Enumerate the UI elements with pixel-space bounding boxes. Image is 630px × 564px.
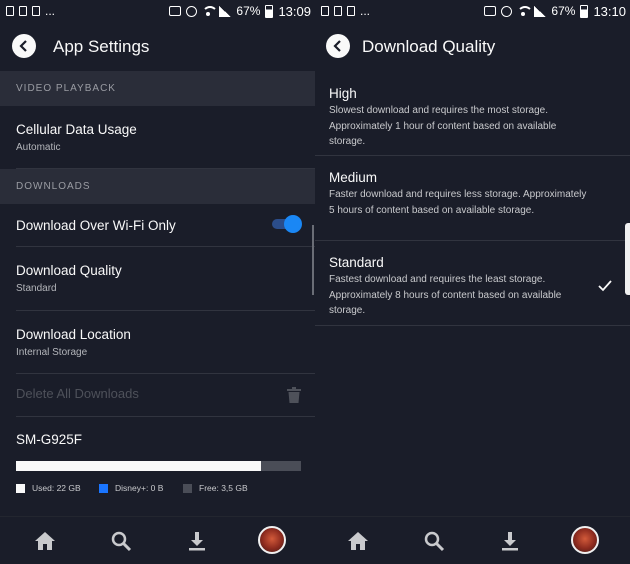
cellular-data-value: Automatic [16,142,61,153]
battery-icon [580,4,589,18]
page-title: Download Quality [362,37,496,56]
bottom-nav [315,516,630,564]
signal-icon [219,5,232,17]
clock: 13:09 [278,3,311,19]
app-bar: Download Quality [315,30,630,64]
toggle-knob [284,215,302,233]
section-header-downloads: DOWNLOADS [0,169,315,204]
app-bar: App Settings [0,30,315,64]
trash-icon [287,387,301,403]
download-icon[interactable] [186,530,208,552]
legend-used-label: Used: 22 GB [32,483,81,493]
delete-all-downloads-label: Delete All Downloads [16,386,139,401]
device-name: SM-G925F [16,432,83,447]
edge-panel-handle[interactable] [625,223,630,295]
notification-icon [19,6,27,16]
usb-icon [347,6,355,16]
quality-option-desc: Faster download and requires less storag… [329,189,587,216]
legend-disney-label: Disney+: 0 B [115,483,164,493]
legend-disney: Disney+: 0 B [99,483,163,493]
quality-option-standard[interactable]: Standard Fastest download and requires t… [315,241,630,326]
wifi-only-title: Download Over Wi-Fi Only [16,218,176,233]
status-bar: ... 67% 13:09 [0,0,315,22]
checkmark-icon [598,280,612,292]
battery-percent: 67% [236,4,261,18]
status-overflow: ... [45,4,56,18]
battery-icon [265,4,274,18]
quality-option-desc: Fastest download and requires the least … [329,274,562,316]
cellular-data-title: Cellular Data Usage [16,122,137,137]
legend-swatch-free [183,483,192,493]
quality-option-title: High [329,86,357,101]
page-title: App Settings [53,37,150,56]
alarm-icon [501,5,513,17]
bottom-nav [0,516,315,564]
home-icon[interactable] [34,530,56,552]
alarm-icon [186,5,198,17]
signal-icon [534,5,547,17]
download-quality-row[interactable]: Download Quality Standard [16,247,315,311]
legend-swatch-used [16,483,25,493]
storage-used-fill [16,461,262,471]
search-icon[interactable] [110,530,132,552]
quality-option-high[interactable]: High Slowest download and requires the m… [315,72,630,156]
delete-all-downloads-row[interactable]: Delete All Downloads [16,374,315,417]
quality-option-title: Medium [329,170,378,185]
download-quality-screen: ... 67% 13:10 Download Quality High Slow… [315,0,630,564]
legend-swatch-disney [99,483,108,493]
profile-avatar[interactable] [571,526,599,554]
download-location-title: Download Location [16,327,131,342]
download-icon[interactable] [499,530,521,552]
wifi-only-toggle[interactable] [272,215,302,233]
status-overflow: ... [360,4,371,18]
profile-avatar[interactable] [258,526,286,554]
back-button[interactable] [12,34,36,58]
scrollbar[interactable] [312,225,314,295]
status-bar: ... 67% 13:10 [315,0,630,22]
quality-option-title: Standard [329,255,384,270]
download-quality-title: Download Quality [16,263,122,278]
cellular-data-usage-row[interactable]: Cellular Data Usage Automatic [16,106,315,169]
wifi-icon [202,6,219,16]
home-icon[interactable] [347,530,369,552]
section-header-video-playback: VIDEO PLAYBACK [0,71,315,106]
legend-free-label: Free: 3,5 GB [199,483,248,493]
sim-icon [6,6,14,16]
usb-icon [32,6,40,16]
back-arrow-icon [333,40,341,52]
download-location-value: Internal Storage [16,347,88,358]
wifi-icon [517,6,534,16]
quality-option-desc: Slowest download and requires the most s… [329,105,557,147]
legend-free: Free: 3,5 GB [183,483,248,493]
download-quality-value: Standard [16,283,57,294]
legend-used: Used: 22 GB [16,483,81,493]
storage-bar [16,461,301,471]
back-button[interactable] [326,34,350,58]
notification-icon [334,6,342,16]
sim-icon [321,6,329,16]
back-arrow-icon [19,40,27,52]
app-settings-screen: ... 67% 13:09 App Settings VIDEO PLAYBAC… [0,0,315,564]
wifi-only-row[interactable]: Download Over Wi-Fi Only [16,204,315,247]
quality-option-medium[interactable]: Medium Faster download and requires less… [315,156,630,241]
cast-icon [484,6,497,16]
search-icon[interactable] [423,530,445,552]
download-location-row[interactable]: Download Location Internal Storage [16,311,315,374]
battery-percent: 67% [551,4,576,18]
cast-icon [169,6,182,16]
clock: 13:10 [593,3,626,19]
